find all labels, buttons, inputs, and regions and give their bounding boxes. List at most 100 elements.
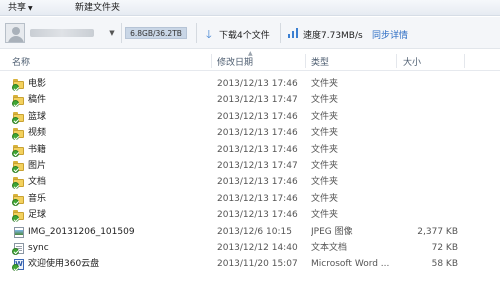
transfer-speed: 速度7.73MB/s bbox=[303, 31, 363, 41]
download-status[interactable]: 下载4个文件 bbox=[219, 28, 270, 41]
file-date: 2013/12/13 17:46 bbox=[217, 177, 298, 188]
file-type: 文件夹 bbox=[311, 79, 339, 89]
file-date: 2013/12/12 14:40 bbox=[217, 242, 298, 253]
column-divider[interactable] bbox=[211, 54, 212, 68]
file-name: 视频 bbox=[28, 128, 47, 139]
folder-icon bbox=[12, 193, 25, 206]
file-size: 72 KB bbox=[431, 242, 458, 253]
file-date: 2013/12/13 17:46 bbox=[217, 193, 298, 204]
file-name: 音乐 bbox=[28, 193, 47, 204]
column-header-name[interactable]: 名称 bbox=[12, 55, 30, 68]
synced-check-icon bbox=[12, 133, 19, 141]
synced-check-icon bbox=[12, 100, 19, 108]
folder-icon bbox=[12, 177, 25, 190]
file-date: 2013/12/13 17:46 bbox=[217, 79, 298, 89]
image-file-icon bbox=[13, 226, 25, 238]
file-name: 书籍 bbox=[28, 144, 47, 155]
file-name: 欢迎使用360云盘 bbox=[28, 259, 100, 270]
file-date: 2013/12/13 17:46 bbox=[217, 111, 298, 122]
synced-check-icon bbox=[12, 247, 19, 255]
synced-check-icon bbox=[12, 149, 19, 157]
user-head-icon bbox=[12, 27, 20, 35]
file-type: 文件夹 bbox=[311, 111, 339, 122]
file-name: 电影 bbox=[28, 79, 47, 89]
divider bbox=[121, 23, 122, 43]
share-menu-button[interactable]: 共享 ▼ bbox=[5, 1, 36, 15]
folder-icon bbox=[12, 95, 25, 108]
column-header-date[interactable]: 修改日期 bbox=[217, 55, 253, 68]
user-body-icon bbox=[8, 36, 24, 42]
file-date: 2013/12/13 17:46 bbox=[217, 144, 298, 155]
file-name: sync bbox=[28, 242, 49, 253]
synced-check-icon bbox=[12, 165, 19, 173]
file-type: 文件夹 bbox=[311, 95, 339, 106]
file-date: 2013/12/13 17:46 bbox=[217, 210, 298, 221]
synced-check-icon bbox=[12, 198, 19, 206]
column-divider[interactable] bbox=[396, 54, 397, 68]
file-size: 2,377 KB bbox=[417, 226, 458, 237]
column-divider[interactable] bbox=[305, 54, 306, 68]
file-date: 2013/12/13 17:47 bbox=[217, 160, 298, 171]
username-blurred bbox=[30, 29, 94, 37]
file-row[interactable]: 稿件 2013/12/13 17:47 文件夹 bbox=[0, 92, 500, 108]
new-folder-button[interactable]: 新建文件夹 bbox=[72, 1, 123, 15]
folder-icon bbox=[12, 111, 25, 124]
divider bbox=[280, 23, 281, 43]
file-date: 2013/11/20 15:07 bbox=[217, 259, 298, 270]
column-divider[interactable] bbox=[464, 54, 465, 68]
file-list: 电影 2013/12/13 17:46 文件夹 稿件 2013/12/13 17… bbox=[0, 76, 500, 273]
file-name: 篮球 bbox=[28, 111, 47, 122]
folder-icon bbox=[12, 79, 25, 91]
file-type: 文件夹 bbox=[311, 144, 339, 155]
file-name: 足球 bbox=[28, 210, 47, 221]
signal-bars-icon bbox=[288, 28, 300, 38]
file-name: 图片 bbox=[28, 160, 47, 171]
file-row[interactable]: W 欢迎使用360云盘 2013/11/20 15:07 Microsoft W… bbox=[0, 256, 500, 272]
file-row[interactable]: 电影 2013/12/13 17:46 文件夹 bbox=[0, 76, 500, 92]
folder-icon bbox=[12, 160, 25, 173]
synced-check-icon bbox=[12, 215, 19, 223]
file-name: IMG_20131206_101509 bbox=[28, 226, 135, 237]
synced-check-icon bbox=[12, 116, 19, 124]
file-row[interactable]: 书籍 2013/12/13 17:46 文件夹 bbox=[0, 142, 500, 158]
text-file-icon bbox=[12, 242, 25, 255]
file-type: 文件夹 bbox=[311, 128, 339, 139]
file-type: 文件夹 bbox=[311, 193, 339, 204]
download-arrow-icon: 🡓 bbox=[206, 28, 212, 41]
file-row[interactable]: 文档 2013/12/13 17:46 文件夹 bbox=[0, 174, 500, 190]
chevron-down-icon: ▼ bbox=[28, 5, 33, 12]
file-date: 2013/12/6 10:15 bbox=[217, 226, 292, 237]
file-row[interactable]: 音乐 2013/12/13 17:46 文件夹 bbox=[0, 191, 500, 207]
column-headers: 名称 ▲ 修改日期 类型 大小 bbox=[0, 50, 500, 71]
column-header-type[interactable]: 类型 bbox=[311, 55, 329, 68]
file-row[interactable]: 视频 2013/12/13 17:46 文件夹 bbox=[0, 125, 500, 141]
column-header-size[interactable]: 大小 bbox=[403, 55, 421, 68]
file-row[interactable]: 足球 2013/12/13 17:46 文件夹 bbox=[0, 207, 500, 223]
file-name: 稿件 bbox=[28, 95, 47, 106]
share-label: 共享 bbox=[8, 3, 27, 13]
file-row[interactable]: IMG_20131206_101509 2013/12/6 10:15 JPEG… bbox=[0, 224, 500, 240]
sync-details-link[interactable]: 同步详情 bbox=[372, 28, 408, 41]
command-toolbar: 共享 ▼ 新建文件夹 bbox=[0, 0, 500, 16]
storage-quota: 6.8GB/36.2TB bbox=[125, 27, 187, 39]
file-date: 2013/12/13 17:47 bbox=[217, 95, 298, 106]
file-row[interactable]: sync 2013/12/12 14:40 文本文档 72 KB bbox=[0, 240, 500, 256]
file-type: 文件夹 bbox=[311, 177, 339, 188]
file-type: 文件夹 bbox=[311, 160, 339, 171]
file-name: 文档 bbox=[28, 177, 47, 188]
file-row[interactable]: 篮球 2013/12/13 17:46 文件夹 bbox=[0, 109, 500, 125]
file-row[interactable]: 图片 2013/12/13 17:47 文件夹 bbox=[0, 158, 500, 174]
word-doc-icon: W bbox=[12, 259, 25, 272]
avatar[interactable] bbox=[5, 23, 25, 43]
file-size: 58 KB bbox=[431, 259, 458, 270]
folder-icon bbox=[12, 128, 25, 141]
file-type: 文件夹 bbox=[311, 210, 339, 221]
divider bbox=[196, 23, 197, 43]
file-date: 2013/12/13 17:46 bbox=[217, 128, 298, 139]
folder-icon bbox=[12, 144, 25, 157]
file-type: 文本文档 bbox=[311, 242, 348, 253]
synced-check-icon bbox=[12, 84, 19, 91]
account-dropdown-icon[interactable]: ▼ bbox=[106, 27, 118, 39]
file-type: Microsoft Word ... bbox=[311, 259, 390, 270]
synced-check-icon bbox=[12, 182, 19, 190]
